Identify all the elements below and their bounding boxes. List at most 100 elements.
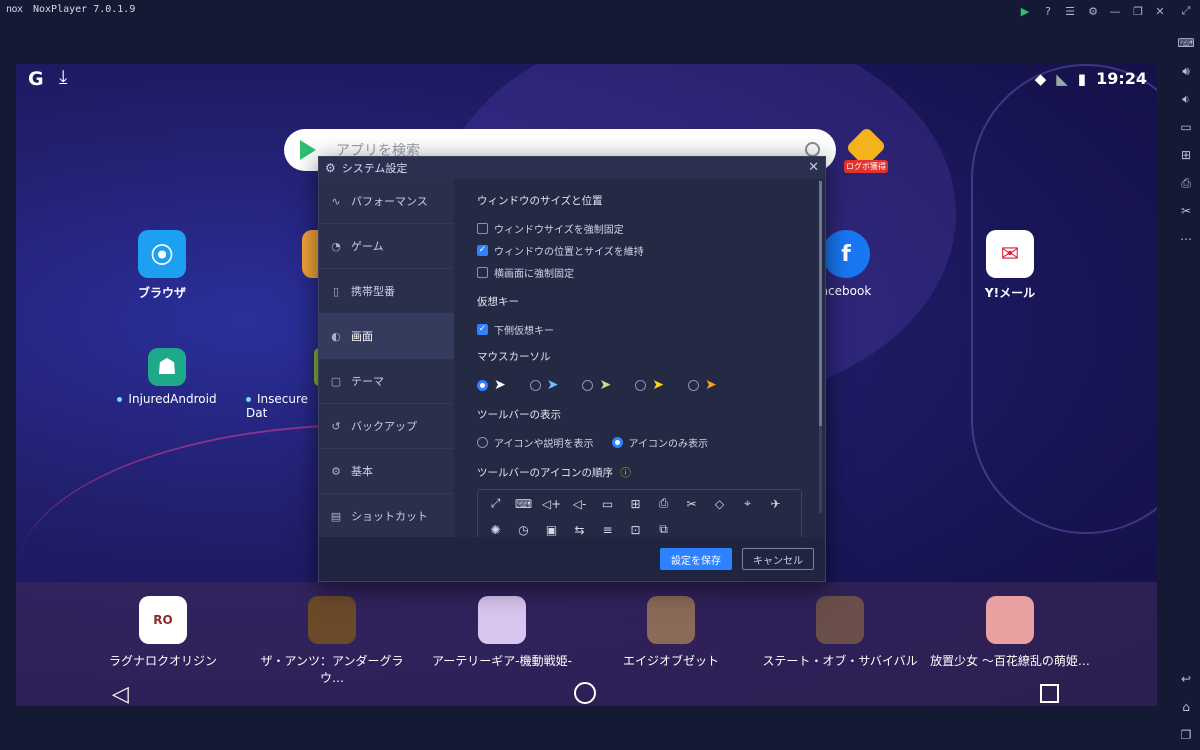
printer-icon[interactable]: ⎙ [1176,173,1196,193]
menu-item-phone-model[interactable]: ▯ 携帯型番 [319,269,454,314]
volume-up-icon[interactable]: ◁+ [542,496,561,511]
nav-back-icon[interactable]: ◁ [112,682,129,706]
sync-icon[interactable]: ⇆ [572,522,587,537]
cursor-option-white[interactable]: ➤ [477,377,506,393]
option-bottom-virtual-key[interactable]: ✓ 下側仮想キー [477,318,807,340]
more-icon[interactable]: ⋯ [1176,229,1196,249]
cursor-option-green[interactable]: ➤ [582,377,611,393]
menu-item-game[interactable]: ◔ ゲーム [319,224,454,269]
artery-gear-icon [478,596,526,644]
app-insecure-data[interactable]: Insecure Dat [246,348,326,420]
location-icon[interactable]: ⌖ [740,496,755,511]
fullscreen-icon[interactable]: ⤢ [488,496,503,511]
volume-up-icon[interactable]: 🔊︎ [1176,61,1196,81]
scissors-icon[interactable]: ✂ [684,496,699,511]
app-label: Y!メール [984,286,1036,300]
multi-instance-icon[interactable]: ⧉ [656,522,671,537]
browser-icon: ⦿ [138,230,186,278]
radio-selected[interactable] [611,436,623,448]
fullscreen-icon[interactable]: ⤢ [1178,3,1194,19]
minimize-icon[interactable]: — [1107,3,1123,19]
search-icon[interactable] [805,142,820,157]
cursor-blue-icon: ➤ [546,377,559,393]
checkbox[interactable] [477,222,488,234]
restore-icon[interactable]: ❐ [1130,3,1146,19]
rocket-icon[interactable]: ✈ [768,496,783,511]
app-browser[interactable]: ⦿ ブラウザ [122,230,202,301]
login-bonus-button[interactable]: ログボ獲得 [844,126,888,174]
download-icon: ⤓ [59,66,68,88]
cursor-option-orange[interactable]: ➤ [687,377,717,393]
dock-app-state-of-survival[interactable]: ステート・オブ・サバイバル [760,596,920,669]
option-label: 下側仮想キー [494,325,554,337]
option-label: アイコンや説明を表示 [494,438,594,450]
battery-icon: ▮ [1077,69,1087,88]
list-icon[interactable]: ≡ [600,522,615,537]
menu-item-backup[interactable]: ↺ バックアップ [319,404,454,449]
record-icon[interactable]: ▣ [544,522,559,537]
menu-item-label: 基本 [351,465,373,478]
menu-item-theme[interactable]: ▢ テーマ [319,359,454,404]
menu-item-label: ショットカット [351,510,428,523]
menu-item-shortcut[interactable]: ▤ ショットカット [319,494,454,539]
app-ymail[interactable]: ✉ Y!メール [970,230,1050,301]
checkbox-checked[interactable]: ✓ [477,323,488,335]
title-bar: nox NoxPlayer 7.0.1.9 ▶ ? ☰ ⚙ — ❐ ✕ ⤢ [0,0,1200,22]
recent-icon[interactable]: ❐ [1176,725,1196,745]
add-apk-icon[interactable]: ⊞ [1176,145,1196,165]
radio[interactable] [529,379,541,391]
scissors-icon[interactable]: ✂ [1176,201,1196,221]
help-icon[interactable]: ? [1040,3,1056,19]
radio[interactable] [477,436,488,448]
screen-icon[interactable]: ▭ [600,496,615,511]
radio[interactable] [635,379,647,391]
home-icon[interactable]: ⌂ [1176,697,1196,717]
printer-icon[interactable]: ⎙ [656,496,671,511]
cursor-option-yellow[interactable]: ➤ [635,377,664,393]
save-button[interactable]: 設定を保存 [660,548,732,570]
keyboard-icon[interactable]: ⌨ [515,496,532,511]
close-icon[interactable]: ✕ [1152,3,1168,19]
menu-item-display[interactable]: ◐ 画面 [319,314,454,359]
menu-item-performance[interactable]: ∿ パフォーマンス [319,179,454,224]
status-bar: ◆ ◣ ▮ 19:24 [1035,69,1147,88]
dock-app-ragnarok[interactable]: RO ラグナロクオリジン [83,596,243,669]
nav-home-icon[interactable] [574,682,596,704]
menu-icon[interactable]: ☰ [1062,3,1078,19]
back-icon[interactable]: ↩ [1176,669,1196,689]
add-apk-icon[interactable]: ⊞ [628,496,643,511]
screenshot-icon[interactable]: ⊡ [628,522,643,537]
play-icon[interactable]: ▶ [1017,3,1033,19]
keyboard-icon[interactable]: ⌨ [1176,33,1196,53]
dock-app-age-of-z[interactable]: エイジオブゼット [591,596,751,669]
settings-icon[interactable]: ⚙ [1085,3,1101,19]
dock-app-artery-gear[interactable]: アーテリーギア-機動戦姫- [422,596,582,669]
option-force-fixed-size[interactable]: ウィンドウサイズを強制固定 [477,217,807,239]
scrollbar-thumb[interactable] [819,181,822,426]
menu-item-basic[interactable]: ⚙ 基本 [319,449,454,494]
loading-icon[interactable]: ✺ [488,522,503,537]
dialog-close-icon[interactable]: ✕ [808,160,819,175]
app-injuredandroid[interactable]: ☗ InjuredAndroid [112,348,222,406]
info-icon[interactable]: ⓘ [620,467,631,479]
cancel-button[interactable]: キャンセル [742,548,814,570]
cursor-option-blue[interactable]: ➤ [529,377,559,393]
nav-recent-icon[interactable] [1040,684,1059,703]
volume-down-icon[interactable]: 🔉︎ [1176,89,1196,109]
volume-down-icon[interactable]: ◁- [572,496,587,511]
dock-app-houchi-shoujo[interactable]: 放置少女 〜百花繚乱の萌姫… [930,596,1090,669]
radio-selected[interactable] [477,379,488,391]
option-force-landscape[interactable]: 横画面に強制固定 [477,261,807,283]
screen-icon[interactable]: ▭ [1176,117,1196,137]
section-title: 仮想キー [477,296,519,308]
radio[interactable] [687,379,699,391]
rotate-icon[interactable]: ◇ [712,496,727,511]
clock-icon[interactable]: ◷ [516,522,531,537]
google-icon: G [28,68,44,90]
scrollbar[interactable] [819,181,822,513]
checkbox-checked[interactable]: ✓ [477,244,488,256]
dock-app-ants[interactable]: ザ・アンツ：アンダーグラウ… [252,596,412,686]
checkbox[interactable] [477,266,488,278]
option-keep-position-size[interactable]: ✓ ウィンドウの位置とサイズを維持 [477,239,807,261]
radio[interactable] [582,379,594,391]
